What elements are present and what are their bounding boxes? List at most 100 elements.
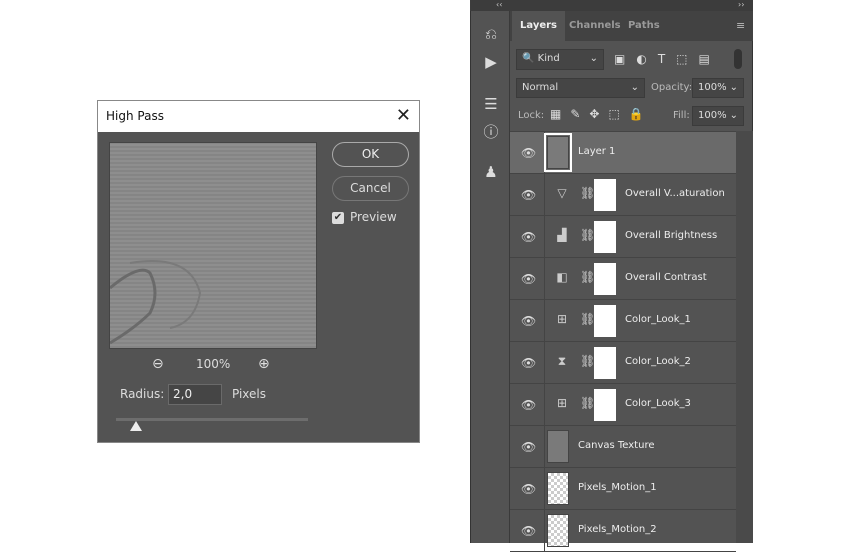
visibility-eye-icon[interactable]: 👁	[521, 482, 536, 496]
filter-icons[interactable]: ▣◐T⬚▤	[614, 52, 721, 66]
info-icon[interactable]: ⓘ	[481, 121, 501, 142]
visibility-eye-icon[interactable]: 👁	[521, 272, 536, 286]
layer-mask-thumbnail[interactable]	[594, 389, 616, 421]
layer-thumbnail[interactable]	[547, 514, 569, 547]
layer-thumbnail[interactable]	[547, 472, 569, 505]
panel-top-bar: ‹‹ ››	[470, 0, 753, 11]
gradient-map-icon[interactable]: ◧	[554, 270, 570, 286]
lock-icons: ▦✎✥⬚🔒	[550, 107, 653, 121]
layer-name[interactable]: Color_Look_1	[625, 314, 691, 325]
collapse-left-button[interactable]: ‹‹	[496, 0, 502, 9]
levels-icon[interactable]: ▟	[554, 228, 570, 244]
pixel-filter-icon[interactable]: ▣	[614, 52, 636, 66]
filter-toggle[interactable]	[734, 49, 742, 69]
shape-filter-icon[interactable]: ⬚	[676, 52, 698, 66]
layers-scrollbar[interactable]	[736, 131, 753, 543]
blend-mode-select[interactable]: Normal ⌄	[516, 78, 645, 98]
visibility-eye-icon[interactable]: 👁	[521, 314, 536, 328]
layer-row[interactable]: 👁 ◧ ⛓ Overall Contrast	[510, 258, 736, 300]
layer-thumbnail[interactable]	[544, 133, 572, 172]
layer-name[interactable]: Color_Look_3	[625, 398, 691, 409]
filter-preview[interactable]	[109, 142, 317, 349]
tab-paths[interactable]: Paths	[620, 11, 668, 41]
layer-name[interactable]: Overall Contrast	[625, 272, 707, 283]
layers-list: 👁 Layer 1 👁 ▽ ⛓ Overall V...aturation 👁 ▟ ⛓ Overa…	[510, 131, 736, 552]
lock-all-icon[interactable]: 🔒	[629, 107, 653, 121]
layer-row[interactable]: 👁 Canvas Texture	[510, 426, 736, 468]
collapse-right-button[interactable]: ››	[738, 0, 744, 9]
layer-mask-thumbnail[interactable]	[594, 179, 616, 211]
divider	[544, 384, 545, 426]
link-icon[interactable]: ⛓	[580, 354, 595, 368]
curves-icon[interactable]: ⊞	[554, 396, 570, 412]
tab-layers[interactable]: Layers	[512, 11, 565, 41]
layer-name[interactable]: Overall V...aturation	[625, 188, 725, 199]
lock-move-icon[interactable]: ✥	[589, 107, 608, 121]
opacity-input[interactable]: 100% ⌄	[692, 78, 744, 98]
layer-mask-thumbnail[interactable]	[594, 221, 616, 253]
curves-icon[interactable]: ⊞	[554, 312, 570, 328]
exposure-icon[interactable]: ⧗	[554, 354, 570, 370]
layer-mask-thumbnail[interactable]	[594, 263, 616, 295]
layer-thumbnail[interactable]	[547, 430, 569, 463]
radius-input[interactable]: 2,0	[168, 384, 222, 405]
layer-mask-thumbnail[interactable]	[594, 347, 616, 379]
preview-checkbox[interactable]: ✔	[332, 212, 344, 224]
layer-name[interactable]: Pixels_Motion_2	[578, 524, 657, 535]
layer-name[interactable]: Pixels_Motion_1	[578, 482, 657, 493]
link-icon[interactable]: ⛓	[580, 270, 595, 284]
link-icon[interactable]: ⛓	[580, 228, 595, 242]
layer-name[interactable]: Layer 1	[578, 146, 615, 157]
layer-name[interactable]: Overall Brightness	[625, 230, 717, 241]
layer-name[interactable]: Canvas Texture	[578, 440, 655, 451]
lock-brush-icon[interactable]: ✎	[570, 107, 589, 121]
layer-row[interactable]: 👁 Pixels_Motion_2	[510, 510, 736, 552]
close-icon[interactable]: ✕	[396, 105, 411, 126]
fill-input[interactable]: 100% ⌄	[692, 106, 744, 126]
clone-source-icon[interactable]: ♟	[481, 163, 501, 181]
visibility-eye-icon[interactable]: 👁	[521, 230, 536, 244]
zoom-out-icon[interactable]: ⊖	[152, 356, 164, 372]
tab-channels[interactable]: Channels	[561, 11, 629, 41]
link-icon[interactable]: ⛓	[580, 186, 595, 200]
layer-name[interactable]: Color_Look_2	[625, 356, 691, 367]
panel-menu-icon[interactable]: ≡	[736, 19, 745, 32]
adjustment-filter-icon[interactable]: ◐	[636, 52, 657, 66]
link-icon[interactable]: ⛓	[580, 396, 595, 410]
layer-row[interactable]: 👁 Pixels_Motion_1	[510, 468, 736, 510]
visibility-eye-icon[interactable]: 👁	[521, 356, 536, 370]
link-icon[interactable]: ⛓	[580, 312, 595, 326]
opacity-label: Opacity:	[651, 82, 693, 93]
visibility-eye-icon[interactable]: 👁	[521, 146, 536, 160]
history-icon[interactable]: ⎌	[481, 25, 501, 43]
divider	[544, 258, 545, 300]
visibility-eye-icon[interactable]: 👁	[521, 398, 536, 412]
smart-object-filter-icon[interactable]: ▤	[699, 52, 721, 66]
visibility-eye-icon[interactable]: 👁	[521, 188, 536, 202]
layer-row[interactable]: 👁 ⧗ ⛓ Color_Look_2	[510, 342, 736, 384]
panel-tabs: Layers Channels Paths ≡	[510, 11, 753, 41]
adjustments-sliders-icon[interactable]: ☰	[481, 95, 501, 113]
layer-row[interactable]: 👁 ▟ ⛓ Overall Brightness	[510, 216, 736, 258]
type-filter-icon[interactable]: T	[658, 52, 676, 66]
layer-row[interactable]: 👁 ▽ ⛓ Overall V...aturation	[510, 174, 736, 216]
visibility-eye-icon[interactable]: 👁	[521, 524, 536, 538]
actions-play-icon[interactable]: ▶	[481, 53, 501, 71]
lock-artboard-icon[interactable]: ⬚	[608, 107, 628, 121]
divider	[544, 132, 545, 174]
layer-row[interactable]: 👁 ⊞ ⛓ Color_Look_3	[510, 384, 736, 426]
divider	[544, 510, 545, 552]
opacity-value: 100%	[698, 82, 727, 93]
visibility-eye-icon[interactable]: 👁	[521, 440, 536, 454]
lock-transparent-icon[interactable]: ▦	[550, 107, 570, 121]
cancel-button[interactable]: Cancel	[332, 176, 409, 201]
filter-kind-select[interactable]: 🔍 Kind ⌄	[516, 49, 604, 70]
vibrance-icon[interactable]: ▽	[554, 186, 570, 202]
zoom-in-icon[interactable]: ⊕	[258, 356, 270, 372]
ok-button[interactable]: OK	[332, 142, 409, 167]
radius-slider[interactable]	[116, 418, 308, 421]
slider-thumb[interactable]	[130, 421, 142, 431]
layer-row[interactable]: 👁 Layer 1	[510, 132, 736, 174]
layer-mask-thumbnail[interactable]	[594, 305, 616, 337]
layer-row[interactable]: 👁 ⊞ ⛓ Color_Look_1	[510, 300, 736, 342]
